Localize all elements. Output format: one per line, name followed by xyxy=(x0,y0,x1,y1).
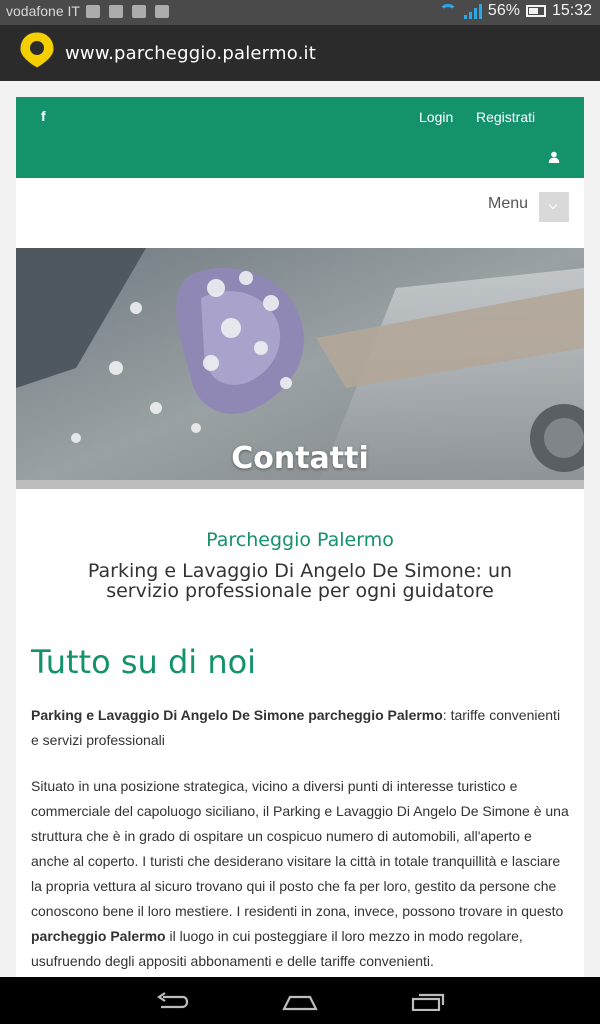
tagline: Parking e Lavaggio Di Angelo De Simone: … xyxy=(87,560,513,602)
about-paragraph-1: Parking e Lavaggio Di Angelo De Simone p… xyxy=(31,703,569,753)
carrier-label: vodafone IT xyxy=(6,3,80,19)
about-p2-bold: parcheggio Palermo xyxy=(31,928,166,944)
system-nav-bar xyxy=(0,977,600,1024)
back-icon[interactable] xyxy=(155,991,189,1011)
url-text[interactable]: www.parcheggio.palermo.it xyxy=(65,43,316,64)
wifi-icon xyxy=(438,3,458,19)
status-right: 56% 15:32 xyxy=(438,2,592,20)
location-pin-icon xyxy=(19,31,55,69)
about-paragraph-2: Situato in una posizione strategica, vic… xyxy=(31,774,569,974)
main-content: Parcheggio Palermo Parking e Lavaggio Di… xyxy=(16,529,584,974)
status-bar: vodafone IT 56% 15:32 xyxy=(0,0,600,25)
login-link[interactable]: Login xyxy=(419,109,453,125)
hero-banner: Contatti xyxy=(16,248,584,489)
menu-row: Menu xyxy=(16,178,584,248)
top-bar: f Login Registrati xyxy=(16,97,584,178)
about-p1-bold: Parking e Lavaggio Di Angelo De Simone p… xyxy=(31,707,443,723)
home-icon[interactable] xyxy=(282,991,318,1011)
hero-divider xyxy=(16,480,584,489)
recent-apps-icon[interactable] xyxy=(411,991,447,1011)
clock: 15:32 xyxy=(551,2,592,19)
game-icon xyxy=(132,5,146,18)
notification-icons xyxy=(86,5,169,18)
register-link[interactable]: Registrati xyxy=(476,109,535,125)
user-icon[interactable] xyxy=(548,151,560,163)
facebook-icon[interactable]: f xyxy=(41,108,46,124)
usb-icon xyxy=(86,5,100,18)
about-p2-a: Situato in una posizione strategica, vic… xyxy=(31,778,569,919)
section-heading: Tutto su di noi xyxy=(31,643,257,681)
menu-toggle-button[interactable] xyxy=(539,192,569,222)
page-card: f Login Registrati Menu Contatti Parcheg… xyxy=(16,97,584,977)
battery-percent: 56% xyxy=(487,2,520,19)
hero-title: Contatti xyxy=(231,441,369,476)
menu-label[interactable]: Menu xyxy=(488,195,528,213)
battery-icon xyxy=(525,5,546,17)
media-icon xyxy=(155,5,169,18)
brand-subtitle: Parcheggio Palermo xyxy=(206,529,394,551)
signal-icon xyxy=(463,3,482,19)
browser-url-bar[interactable]: www.parcheggio.palermo.it xyxy=(0,25,600,81)
image-icon xyxy=(109,5,123,18)
